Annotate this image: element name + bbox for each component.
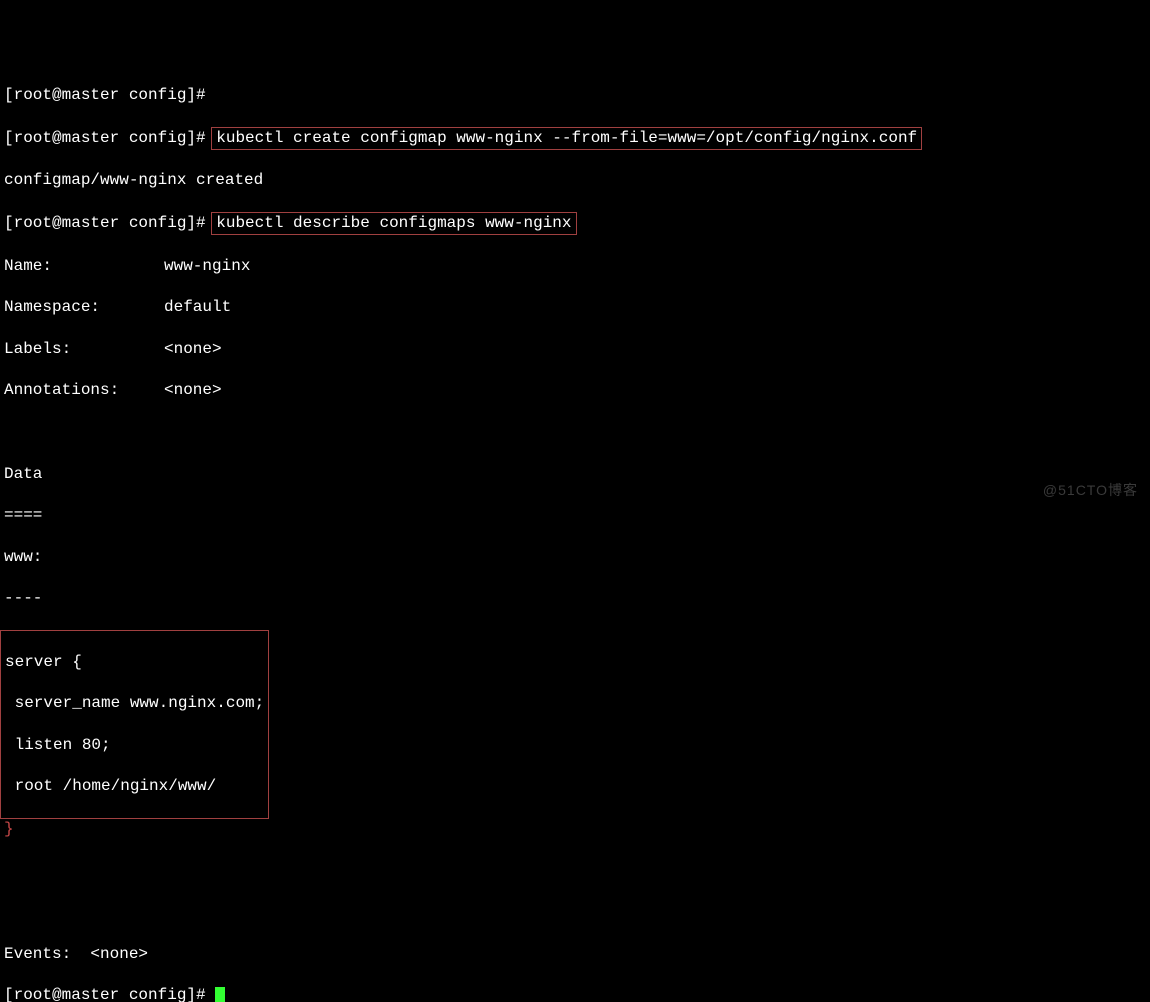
key-sep: ---- xyxy=(4,588,1146,609)
prompt: [root@master config]# xyxy=(4,986,215,1002)
prompt: [root@master config]# xyxy=(4,214,215,232)
data-header: Data xyxy=(4,464,1146,485)
data-sep: ==== xyxy=(4,505,1146,526)
server-open: server { xyxy=(5,652,264,673)
desc-labels: Labels:<none> xyxy=(4,339,1146,360)
label-name: Name: xyxy=(4,256,164,277)
value-annotations: <none> xyxy=(164,381,222,399)
command-line-3[interactable]: [root@master config]# xyxy=(4,985,1146,1002)
desc-events: Events: <none> xyxy=(4,944,1146,965)
root-line: root /home/nginx/www/ xyxy=(5,776,264,797)
command-line-1: [root@master config]# kubectl create con… xyxy=(4,127,1146,150)
watermark: @51CTO博客 xyxy=(1043,481,1138,499)
blank-line-2 xyxy=(4,861,1146,882)
blank-line xyxy=(4,422,1146,443)
cmd-describe-configmap[interactable]: kubectl describe configmaps www-nginx xyxy=(211,212,576,235)
desc-name: Name:www-nginx xyxy=(4,256,1146,277)
command-line-2: [root@master config]# kubectl describe c… xyxy=(4,212,1146,235)
output-created: configmap/www-nginx created xyxy=(4,170,1146,191)
prompt: [root@master config]# xyxy=(4,129,215,147)
label-labels: Labels: xyxy=(4,339,164,360)
label-namespace: Namespace: xyxy=(4,297,164,318)
key-header: www: xyxy=(4,547,1146,568)
value-namespace: default xyxy=(164,298,231,316)
desc-namespace: Namespace:default xyxy=(4,297,1146,318)
label-events: Events: xyxy=(4,945,71,963)
label-annotations: Annotations: xyxy=(4,380,164,401)
cursor-block xyxy=(215,987,225,1002)
top-line-fragment: [root@master config]# xyxy=(4,85,1146,106)
value-events: <none> xyxy=(90,945,148,963)
listen-line: listen 80; xyxy=(5,735,264,756)
value-name: www-nginx xyxy=(164,257,250,275)
server-name-line: server_name www.nginx.com; xyxy=(5,693,264,714)
server-block: server { server_name www.nginx.com; list… xyxy=(0,630,269,819)
cmd-create-configmap[interactable]: kubectl create configmap www-nginx --fro… xyxy=(211,127,922,150)
blank-line-3 xyxy=(4,902,1146,923)
server-close: } xyxy=(4,819,1146,840)
value-labels: <none> xyxy=(164,340,222,358)
desc-annotations: Annotations:<none> xyxy=(4,380,1146,401)
